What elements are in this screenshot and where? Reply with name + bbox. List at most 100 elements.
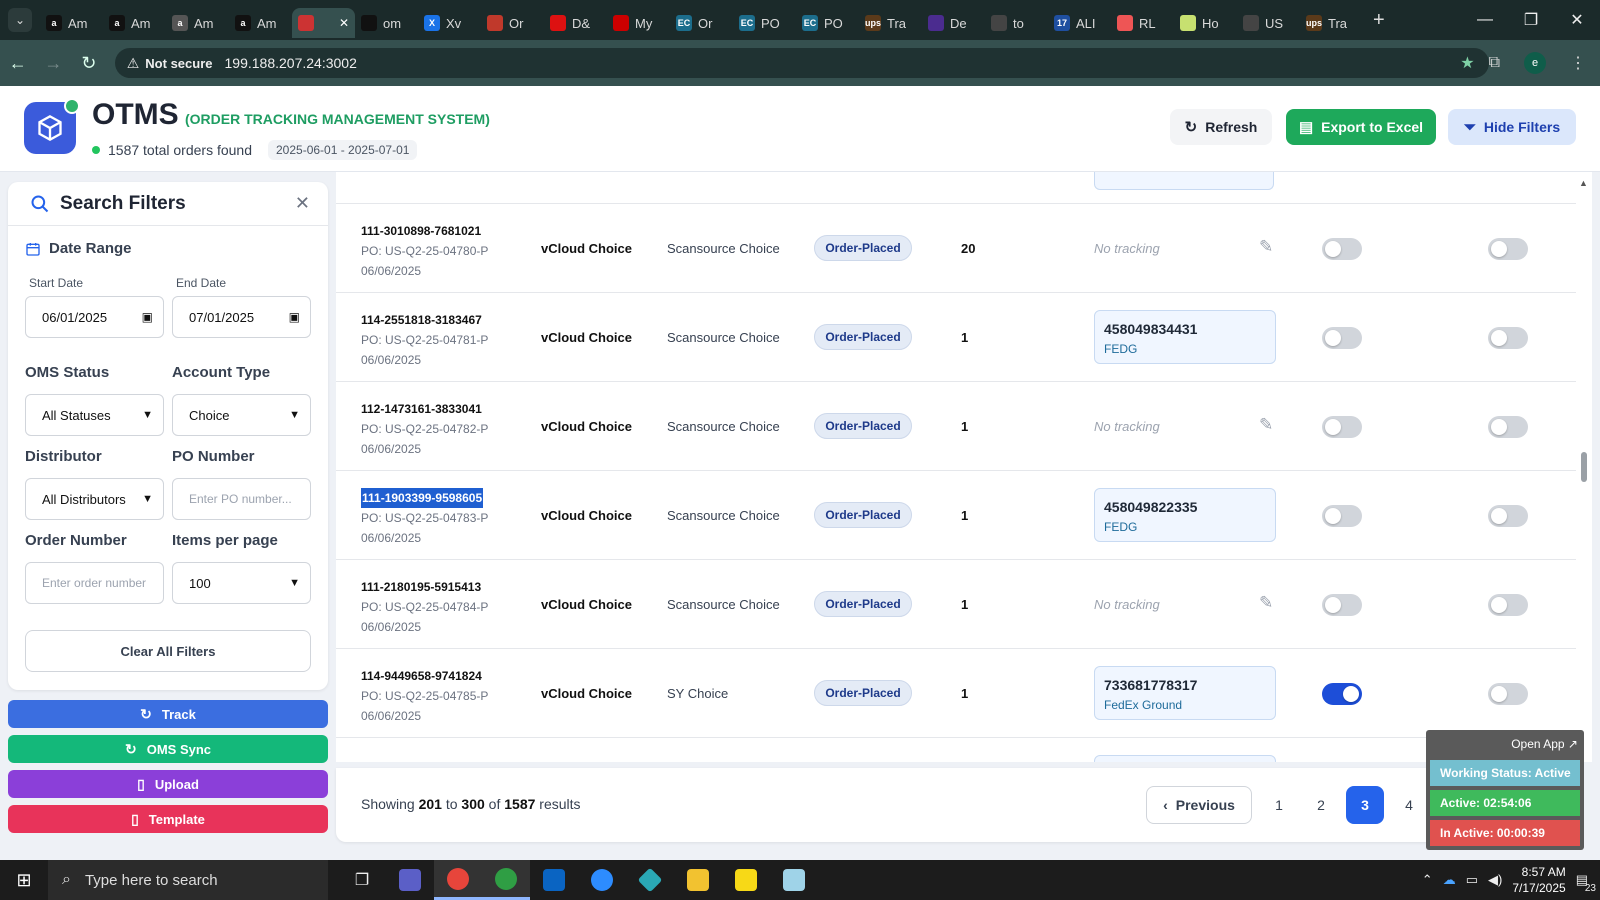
app-diamond-icon[interactable]: [626, 860, 674, 900]
export-excel-button[interactable]: ▤ Export to Excel: [1286, 109, 1436, 145]
browser-tab[interactable]: om: [355, 8, 418, 38]
browser-tab[interactable]: RL: [1111, 8, 1174, 38]
notifications-icon[interactable]: ▤ 23: [1576, 872, 1596, 894]
edit-pencil-icon[interactable]: ✎: [1259, 593, 1273, 613]
network-icon[interactable]: ▭: [1466, 872, 1478, 888]
toggle-switch[interactable]: [1322, 505, 1362, 527]
previous-page-button[interactable]: ‹ Previous: [1146, 786, 1252, 824]
browser-tab[interactable]: EC PO: [796, 8, 859, 38]
open-app-link[interactable]: Open App ↗: [1511, 737, 1578, 751]
tracking-card[interactable]: 458049834431 FEDG: [1094, 310, 1276, 364]
browser-tab[interactable]: 17 ALI: [1048, 8, 1111, 38]
order-number[interactable]: 112-1473161-3833041: [361, 399, 482, 419]
clock[interactable]: 8:57 AM 7/17/2025: [1512, 864, 1565, 896]
reload-button[interactable]: ↻: [71, 53, 107, 74]
minimize-button[interactable]: —: [1462, 0, 1508, 40]
refresh-button[interactable]: ↻ Refresh: [1170, 109, 1272, 145]
template-button[interactable]: ▯ Template: [8, 805, 328, 833]
toggle-switch[interactable]: [1488, 594, 1528, 616]
hide-filters-button[interactable]: ⏷ Hide Filters: [1448, 109, 1576, 145]
toggle-switch[interactable]: [1322, 416, 1362, 438]
clear-filters-button[interactable]: Clear All Filters: [25, 630, 311, 672]
zoom-icon[interactable]: [578, 860, 626, 900]
close-window-button[interactable]: ✕: [1554, 0, 1600, 40]
table-row[interactable]: 111-3010898-7681021 PO: US-Q2-25-04780-P 0…: [336, 203, 1576, 292]
maximize-button[interactable]: ❐: [1508, 0, 1554, 40]
browser-tab[interactable]: ups Tra: [1300, 8, 1363, 38]
bookmark-star-icon[interactable]: ★: [1460, 53, 1474, 73]
browser-tab[interactable]: EC PO: [733, 8, 796, 38]
file-explorer-icon[interactable]: [674, 860, 722, 900]
page-4-button[interactable]: 4: [1390, 786, 1428, 824]
oms-sync-button[interactable]: ↻ OMS Sync: [8, 735, 328, 763]
page-1-button[interactable]: 1: [1260, 786, 1298, 824]
toggle-switch[interactable]: [1488, 416, 1528, 438]
browser-tab[interactable]: X Xv: [418, 8, 481, 38]
order-number[interactable]: 111-3010898-7681021: [361, 221, 481, 241]
tab-search-button[interactable]: ⌄: [8, 8, 32, 32]
onedrive-icon[interactable]: ☁: [1443, 872, 1456, 888]
windows-start-icon[interactable]: ⊞: [0, 860, 48, 900]
edit-pencil-icon[interactable]: ✎: [1259, 237, 1273, 257]
url-bar[interactable]: ⚠ Not secure 199.188.207.24:3002 ★: [114, 48, 1489, 78]
browser-tab[interactable]: My: [607, 8, 670, 38]
browser-tab[interactable]: a Am: [40, 8, 103, 38]
chrome-profile-icon[interactable]: [482, 860, 530, 900]
order-number[interactable]: 114-2551818-3183467: [361, 310, 482, 330]
table-row[interactable]: 111-2180195-5915413 PO: US-Q2-25-04784-P 0…: [336, 559, 1576, 648]
tracking-card[interactable]: 458049822335 FEDG: [1094, 488, 1276, 542]
volume-icon[interactable]: ◀): [1488, 872, 1502, 888]
forward-button[interactable]: →: [36, 53, 72, 74]
back-button[interactable]: ←: [0, 53, 36, 74]
close-tab-icon[interactable]: ✕: [339, 16, 349, 30]
browser-tab[interactable]: Ho: [1174, 8, 1237, 38]
tracking-card[interactable]: 733681778317 FedEx Ground: [1094, 666, 1276, 720]
browser-tab[interactable]: a Am: [166, 8, 229, 38]
toggle-switch[interactable]: [1322, 683, 1362, 705]
chevron-up-icon[interactable]: ⌃: [1422, 872, 1433, 888]
browser-tab[interactable]: a Am: [103, 8, 166, 38]
notepad-icon[interactable]: [770, 860, 818, 900]
browser-tab[interactable]: to: [985, 8, 1048, 38]
teams-icon[interactable]: [386, 860, 434, 900]
start-date-input[interactable]: 06/01/2025 ▣: [25, 296, 164, 338]
upload-button[interactable]: ▯ Upload: [8, 770, 328, 798]
browser-tab[interactable]: D&: [544, 8, 607, 38]
order-number-input[interactable]: Enter order number: [25, 562, 164, 604]
browser-tab[interactable]: a Am: [229, 8, 292, 38]
distributor-select[interactable]: All Distributors ▼: [25, 478, 164, 520]
scroll-up-icon[interactable]: ▲: [1579, 178, 1588, 188]
toggle-switch[interactable]: [1488, 505, 1528, 527]
calendar-picker-icon[interactable]: ▣: [289, 310, 300, 324]
order-number[interactable]: 114-9449658-9741824: [361, 666, 482, 686]
taskbar-search[interactable]: ⌕ Type here to search: [48, 860, 328, 900]
po-number-input[interactable]: Enter PO number...: [172, 478, 311, 520]
toggle-switch[interactable]: [1322, 594, 1362, 616]
browser-tab[interactable]: ✕: [292, 8, 355, 38]
order-number[interactable]: 111-2180195-5915413: [361, 577, 481, 597]
chrome-icon[interactable]: [434, 860, 482, 900]
end-date-input[interactable]: 07/01/2025 ▣: [172, 296, 311, 338]
toggle-switch[interactable]: [1488, 327, 1528, 349]
order-number[interactable]: 111-1903399-9598605: [361, 488, 484, 508]
items-per-page-select[interactable]: 100 ▼: [172, 562, 311, 604]
browser-tab[interactable]: Or: [481, 8, 544, 38]
table-row[interactable]: 112-1473161-3833041 PO: US-Q2-25-04782-P 0…: [336, 381, 1576, 470]
oms-status-select[interactable]: All Statuses ▼: [25, 394, 164, 436]
menu-icon[interactable]: ⋮: [1570, 53, 1586, 73]
profile-avatar[interactable]: e: [1524, 52, 1546, 74]
browser-tab[interactable]: ups Tra: [859, 8, 922, 38]
table-scrollbar[interactable]: ▲: [1576, 172, 1592, 762]
scrollbar-thumb[interactable]: [1581, 452, 1587, 482]
track-button[interactable]: ↻ Track: [8, 700, 328, 728]
table-row[interactable]: 111-1903399-9598605 PO: US-Q2-25-04783-P 0…: [336, 470, 1576, 559]
outlook-icon[interactable]: [530, 860, 578, 900]
page-2-button[interactable]: 2: [1302, 786, 1340, 824]
toggle-switch[interactable]: [1322, 327, 1362, 349]
table-row[interactable]: 114-9449658-9741824 PO: US-Q2-25-04785-P 0…: [336, 648, 1576, 737]
browser-tab[interactable]: EC Or: [670, 8, 733, 38]
calendar-picker-icon[interactable]: ▣: [142, 310, 153, 324]
extensions-icon[interactable]: ⧉: [1489, 54, 1500, 72]
account-type-select[interactable]: Choice ▼: [172, 394, 311, 436]
edit-pencil-icon[interactable]: ✎: [1259, 415, 1273, 435]
